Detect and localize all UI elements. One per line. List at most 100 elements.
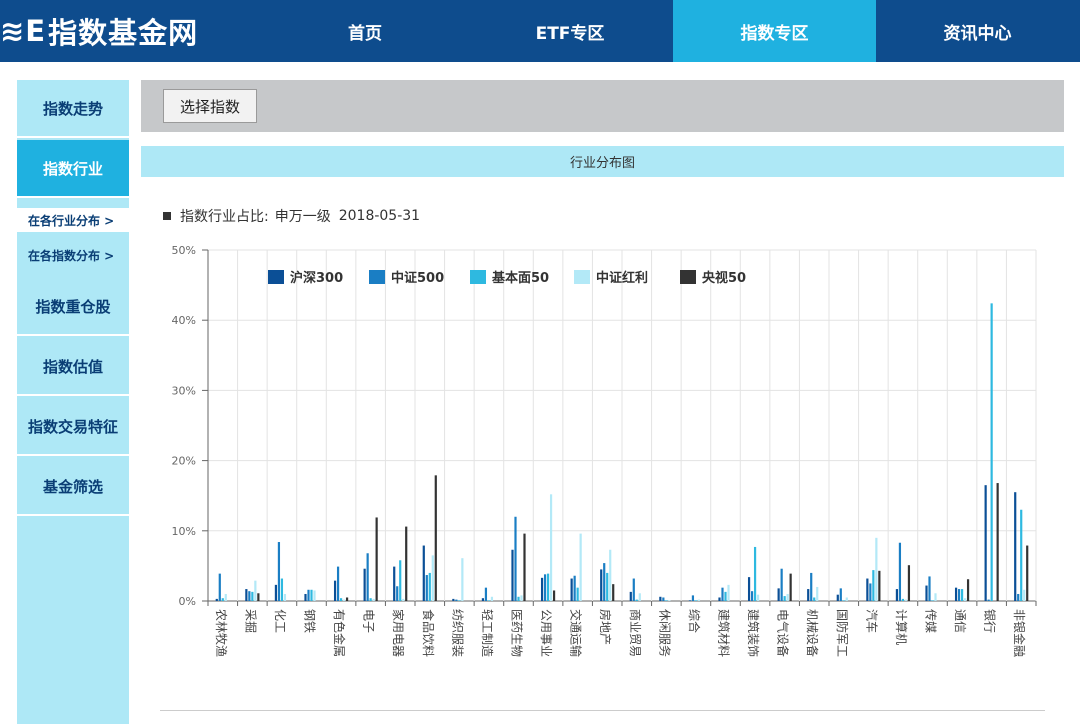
bar-2 [872,570,875,601]
bar-0 [954,587,958,601]
x-tick-label: 医药生物 [510,609,524,657]
x-tick-label: 纺织服装 [450,609,464,657]
legend-swatch [369,270,385,284]
bar-2 [665,600,668,601]
bar-4 [375,517,378,601]
bar-1 [721,587,724,601]
bar-3 [638,593,641,601]
bar-2 [842,600,845,601]
bar-3 [756,594,760,601]
bar-0 [540,577,544,601]
bar-3 [727,584,730,601]
bar-0 [1014,492,1017,601]
bar-2 [606,572,609,601]
bar-1 [514,516,517,601]
bar-0 [245,589,248,601]
x-tick-label: 农林牧渔 [214,609,228,657]
bar-0 [718,597,721,601]
bar-3 [549,494,553,601]
bar-1 [396,586,399,601]
bar-3 [402,598,405,601]
x-tick-label: 电子 [362,609,376,633]
bar-0 [363,568,366,601]
bar-4 [1026,545,1029,601]
bar-0 [481,598,485,601]
x-tick-label: 建筑材料 [717,609,732,657]
x-tick-label: 化工 [273,609,287,633]
bar-3 [934,593,937,601]
bar-3 [254,580,257,601]
bar-0 [629,591,632,601]
bar-0 [600,569,603,601]
bar-1 [691,595,695,601]
bar-4 [907,565,911,601]
x-tick-label: 休闲服务 [657,609,672,657]
x-tick-label: 有色金属 [332,609,347,657]
bar-1 [869,583,872,601]
legend-label: 中证红利 [596,270,648,286]
bar-3 [342,599,346,601]
y-tick-label: 40% [172,314,196,327]
x-tick-label: 计算机 [894,609,909,645]
x-tick-label: 国防军工 [835,609,850,657]
bar-1 [987,599,990,601]
bar-0 [452,598,455,601]
x-tick-label: 非银金融 [1012,609,1027,657]
bar-4 [878,570,881,601]
bar-2 [280,578,284,601]
bar-1 [750,591,754,601]
bar-4 [552,590,556,601]
bar-3 [520,595,523,601]
bar-3 [609,549,612,601]
bar-2 [753,546,757,601]
bar-3 [786,593,789,601]
legend-label: 中证500 [391,270,444,286]
bar-0 [333,580,337,601]
x-tick-label: 公用事业 [539,609,553,657]
bar-0 [747,577,751,601]
x-tick-label: 家用电器 [391,609,406,657]
bar-1 [277,542,281,601]
bar-4 [345,597,349,601]
bar-1 [455,599,458,601]
bar-3 [1023,589,1026,601]
x-tick-label: 交通运输 [569,609,584,657]
bar-3 [461,558,464,601]
x-tick-label: 银行 [983,609,997,633]
bar-2 [221,598,224,601]
bar-2 [1020,509,1023,601]
bar-2 [546,573,550,601]
bar-0 [215,598,218,601]
bar-1 [662,597,665,601]
x-tick-label: 传媒 [924,609,939,633]
bar-4 [257,593,260,601]
bar-2 [251,591,254,601]
bar-0 [422,545,425,601]
bar-2 [369,598,372,601]
bar-0 [807,589,810,601]
bar-2 [960,589,964,601]
legend-swatch [680,270,696,284]
bar-2 [310,589,313,601]
bar-2 [931,600,934,601]
bar-4 [405,526,408,601]
bar-0 [866,578,869,601]
legend-label: 基本面50 [491,270,549,286]
x-tick-label: 通信 [953,609,967,633]
x-tick-label: 建筑装饰 [746,609,761,657]
bar-0 [895,589,899,601]
bar-1 [780,568,783,601]
bar-1 [928,576,931,601]
x-tick-label: 采掘 [243,609,258,633]
bar-3 [579,533,582,601]
bar-0 [304,593,307,601]
bar-1 [218,573,221,601]
bar-1 [543,574,547,601]
bar-2 [458,600,461,601]
bar-1 [248,591,251,601]
bar-3 [875,537,878,601]
bar-2 [428,572,431,601]
bar-4 [434,475,437,601]
bar-4 [612,584,615,601]
bar-2 [783,596,786,601]
